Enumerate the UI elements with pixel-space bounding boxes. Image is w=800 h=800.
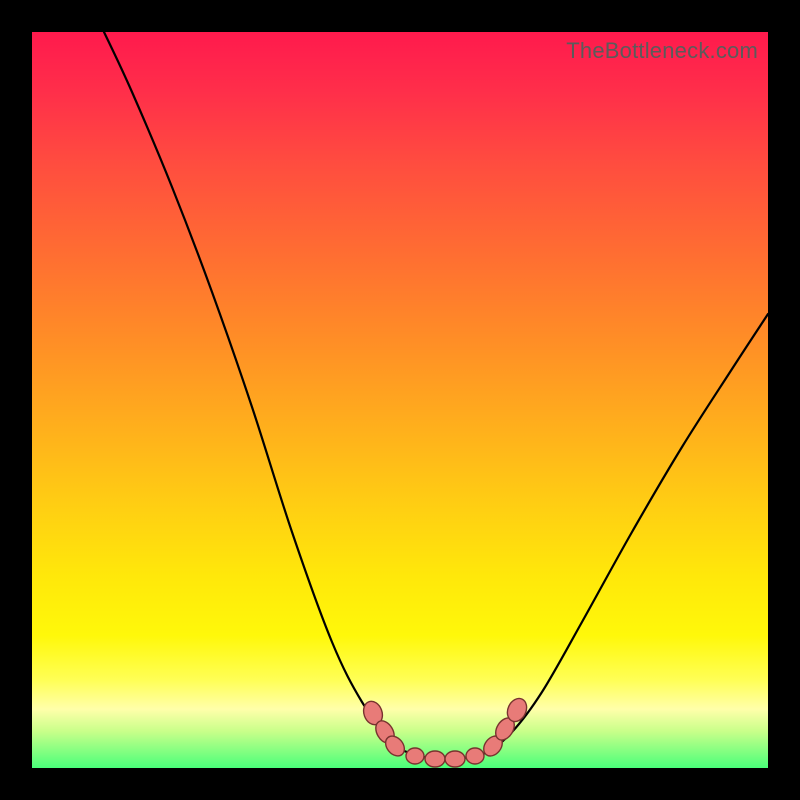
bottleneck-curve (104, 32, 768, 759)
curve-marker (445, 751, 465, 767)
bottleneck-curve-svg (32, 32, 768, 768)
curve-marker (425, 751, 445, 767)
chart-frame: TheBottleneck.com (0, 0, 800, 800)
curve-marker (466, 748, 484, 764)
curve-marker (406, 748, 424, 764)
curve-markers (360, 695, 530, 767)
plot-area: TheBottleneck.com (32, 32, 768, 768)
